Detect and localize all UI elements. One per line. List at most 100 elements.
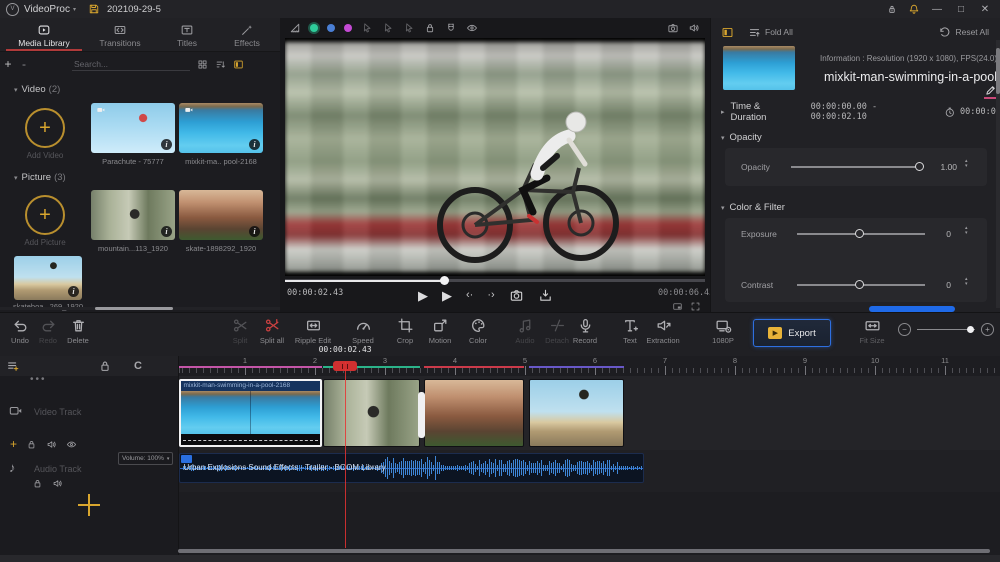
section-video-header[interactable]: ▾Video(2) [14, 84, 60, 95]
color-filter-section-header[interactable]: ▾Color & Filter [721, 202, 785, 213]
mini-player-icon[interactable] [672, 301, 683, 312]
info-badge-icon[interactable]: i [161, 226, 172, 237]
contrast-stepper[interactable]: ▴▾ [965, 277, 968, 287]
timeline-ruler[interactable]: 1234567891011 [178, 356, 1000, 376]
tab-effects[interactable]: Effects [216, 21, 278, 51]
tool-fit-size[interactable]: Fit Size [848, 317, 896, 345]
tab-media-library[interactable]: Media Library [6, 21, 82, 51]
snapshot-camera-icon[interactable] [667, 22, 679, 34]
tool-delete[interactable]: Delete [54, 317, 102, 345]
contrast-slider[interactable] [797, 284, 925, 286]
video-item-pool[interactable]: i [179, 103, 263, 153]
track-lock-icon[interactable] [32, 478, 43, 489]
snapshot-button[interactable] [509, 288, 524, 303]
overlay-dot-magenta[interactable] [344, 24, 352, 32]
track-lock-icon[interactable] [26, 439, 37, 450]
select-cursor-icon[interactable] [361, 22, 373, 34]
fold-all-label[interactable]: Fold All [765, 27, 793, 37]
collapse-panel-icon[interactable] [233, 59, 244, 70]
info-badge-icon[interactable]: i [249, 226, 260, 237]
library-scrollbar[interactable] [0, 307, 280, 310]
expand-chevron-icon[interactable]: ▸ [721, 108, 725, 116]
video-preview[interactable] [285, 38, 705, 276]
lock-all-icon[interactable] [98, 359, 112, 373]
export-frame-button[interactable] [538, 288, 553, 303]
app-name[interactable]: VideoProc [24, 4, 70, 15]
search-input[interactable] [72, 58, 194, 70]
ruler-icon[interactable] [289, 22, 301, 34]
track-mute-icon[interactable] [46, 439, 57, 450]
volume-badge[interactable]: Volume: 100%▾ [118, 452, 173, 465]
previous-frame-button[interactable]: ‹· [466, 290, 473, 301]
add-track-icon[interactable] [6, 359, 20, 373]
tab-transitions[interactable]: Transitions [82, 21, 158, 51]
magnet-icon[interactable] [445, 22, 457, 34]
track-visibility-icon[interactable] [66, 439, 77, 450]
mute-speaker-icon[interactable] [688, 22, 700, 34]
opacity-section-header[interactable]: ▾Opacity [721, 132, 762, 143]
app-menu-chevron-icon[interactable]: ▾ [73, 6, 76, 13]
notifications-bell-icon[interactable] [908, 3, 920, 15]
timeline-clip-4[interactable] [529, 379, 625, 447]
timeline-clip-1[interactable]: mixkit-man-swimming-in-a-pool-2168 [179, 379, 323, 447]
time-duration-label[interactable]: Time & Duration [731, 101, 797, 123]
inspector-vscrollbar[interactable] [996, 48, 1000, 94]
exposure-slider[interactable] [797, 233, 925, 235]
visibility-eye-icon[interactable] [466, 22, 478, 34]
playhead-line[interactable] [345, 362, 346, 548]
picture-item-mountain[interactable]: i [91, 190, 175, 240]
sort-icon[interactable] [215, 59, 226, 70]
add-track-plus-button[interactable] [78, 494, 100, 516]
add-video-button[interactable]: + Add Video [13, 108, 77, 160]
save-icon[interactable] [88, 3, 100, 15]
overlay-dot-green[interactable] [310, 24, 318, 32]
tool-color[interactable]: Color [454, 317, 502, 345]
info-badge-icon[interactable]: i [249, 139, 260, 150]
add-clip-plus-icon[interactable]: + [10, 438, 17, 450]
overlay-dot-blue[interactable] [327, 24, 335, 32]
license-lock-icon[interactable] [886, 3, 898, 15]
tool-1080p[interactable]: 1080P [699, 317, 747, 345]
info-badge-icon[interactable]: i [68, 286, 79, 297]
pan-cursor-icon[interactable] [382, 22, 394, 34]
zoom-out-button[interactable]: − [898, 323, 911, 336]
tool-record[interactable]: Record [561, 317, 609, 345]
fold-all-icon[interactable] [748, 26, 761, 39]
opacity-slider-handle[interactable] [915, 162, 924, 171]
section-picture-header[interactable]: ▾Picture(3) [14, 172, 66, 183]
snap-icon[interactable]: C [134, 360, 142, 372]
preview-seek-bar[interactable] [285, 279, 705, 282]
timeline-clip-3[interactable] [424, 379, 524, 447]
reset-all-icon[interactable] [938, 26, 951, 39]
opacity-slider[interactable] [791, 166, 921, 168]
picture-item-skate[interactable]: i [179, 190, 263, 240]
opacity-value[interactable]: 1.00 [927, 162, 957, 172]
export-button[interactable]: ▶ Export [753, 319, 831, 347]
zoom-slider[interactable] [917, 329, 975, 331]
tool-extraction[interactable]: Extraction [639, 317, 687, 345]
track-options-dots[interactable]: ••• [30, 374, 47, 385]
zoom-slider-handle[interactable] [967, 326, 974, 333]
fullscreen-icon[interactable] [690, 301, 701, 312]
reset-all-label[interactable]: Reset All [955, 27, 989, 37]
next-frame-button[interactable]: ·› [487, 290, 494, 301]
timeline-hscrollbar[interactable] [178, 549, 990, 553]
info-badge-icon[interactable]: i [161, 139, 172, 150]
minimize-button[interactable]: — [930, 4, 944, 15]
add-picture-button[interactable]: + Add Picture [13, 195, 77, 247]
inspector-panel-icon[interactable] [721, 26, 734, 39]
tool-ripple-edit[interactable]: Ripple Edit [289, 317, 337, 345]
add-media-button[interactable]: + [0, 57, 16, 71]
close-button[interactable]: ✕ [978, 4, 992, 15]
maximize-button[interactable]: □ [954, 4, 968, 15]
video-item-parachute[interactable]: i [91, 103, 175, 153]
lock-icon[interactable] [424, 22, 436, 34]
track-mute-icon[interactable] [52, 478, 63, 489]
timeline-clip-2[interactable] [323, 379, 420, 447]
clip-trim-handle[interactable] [418, 392, 425, 438]
seek-handle[interactable] [440, 276, 449, 285]
edit-cursor-icon[interactable] [403, 22, 415, 34]
picture-item-skateboard[interactable]: i [14, 256, 82, 300]
play-button[interactable]: ▶ [442, 289, 452, 302]
tool-speed[interactable]: Speed [339, 317, 387, 345]
